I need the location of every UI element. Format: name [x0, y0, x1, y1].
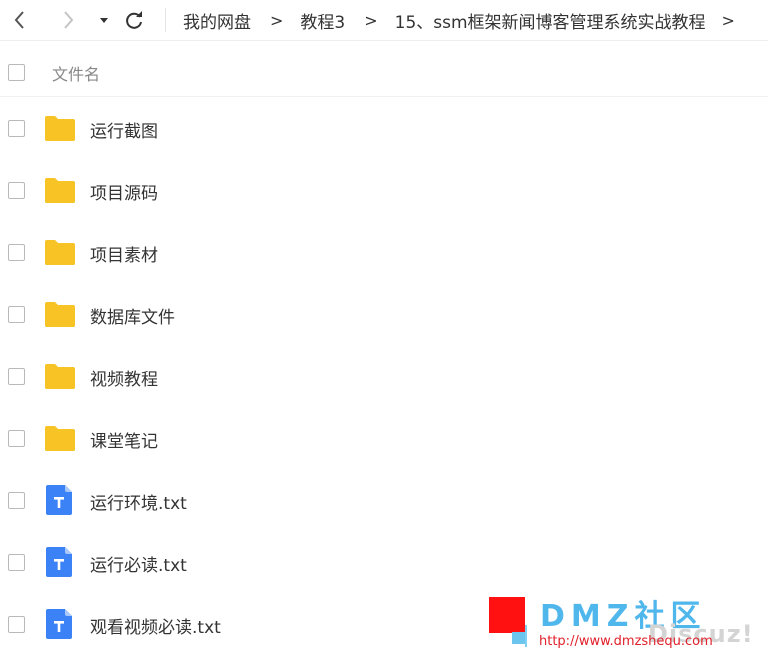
file-row[interactable]: 数据库文件 — [0, 284, 768, 346]
select-all-checkbox[interactable] — [8, 64, 25, 81]
file-name[interactable]: 数据库文件 — [90, 303, 175, 328]
folder-icon — [45, 364, 75, 389]
toolbar-divider — [165, 8, 166, 32]
text-file-icon — [46, 485, 72, 515]
row-checkbox[interactable] — [8, 492, 25, 509]
breadcrumb: 我的网盘 > 教程3 > 15、ssm框架新闻博客管理系统实战教程 > — [183, 0, 735, 40]
file-name[interactable]: 项目源码 — [90, 179, 158, 204]
row-checkbox[interactable] — [8, 554, 25, 571]
file-row[interactable]: 运行必读.txt — [0, 532, 768, 594]
history-dropdown-button[interactable] — [90, 6, 118, 34]
file-name[interactable]: 课堂笔记 — [90, 427, 158, 452]
file-name[interactable]: 项目素材 — [90, 241, 158, 266]
refresh-icon — [126, 11, 142, 29]
watermark-logo-bar — [525, 625, 527, 647]
back-button[interactable] — [6, 6, 34, 34]
folder-icon — [45, 240, 75, 265]
text-file-icon — [46, 609, 72, 639]
back-icon — [14, 11, 24, 29]
row-checkbox[interactable] — [8, 306, 25, 323]
breadcrumb-separator: > — [721, 10, 735, 30]
watermark-logo-square — [489, 597, 525, 633]
file-name[interactable]: 观看视频必读.txt — [90, 613, 221, 638]
row-checkbox[interactable] — [8, 244, 25, 261]
refresh-button[interactable] — [120, 6, 148, 34]
folder-icon — [45, 178, 75, 203]
row-checkbox[interactable] — [8, 616, 25, 633]
row-checkbox[interactable] — [8, 430, 25, 447]
folder-icon — [45, 302, 75, 327]
file-row[interactable]: 视频教程 — [0, 346, 768, 408]
folder-icon — [45, 116, 75, 141]
row-checkbox[interactable] — [8, 368, 25, 385]
file-row[interactable]: 课堂笔记 — [0, 408, 768, 470]
breadcrumb-separator: > — [270, 10, 284, 30]
breadcrumb-item-current[interactable]: 15、ssm框架新闻博客管理系统实战教程 — [395, 8, 706, 33]
watermark-logo-accent — [512, 632, 525, 644]
list-header: 文件名 — [0, 49, 768, 97]
text-file-icon — [46, 547, 72, 577]
row-checkbox[interactable] — [8, 182, 25, 199]
file-name[interactable]: 视频教程 — [90, 365, 158, 390]
folder-icon — [45, 426, 75, 451]
file-row[interactable]: 运行截图 — [0, 98, 768, 160]
forward-icon — [64, 11, 74, 29]
forward-button[interactable] — [54, 6, 82, 34]
toolbar: 我的网盘 > 教程3 > 15、ssm框架新闻博客管理系统实战教程 > — [0, 0, 768, 41]
file-browser: 我的网盘 > 教程3 > 15、ssm框架新闻博客管理系统实战教程 > 文件名 … — [0, 0, 768, 663]
breadcrumb-separator: > — [364, 10, 378, 30]
file-row[interactable]: 项目素材 — [0, 222, 768, 284]
file-name[interactable]: 运行环境.txt — [90, 489, 187, 514]
watermark-url: http://www.dmzshequ.com — [539, 634, 713, 649]
file-name[interactable]: 运行截图 — [90, 117, 158, 142]
file-name[interactable]: 运行必读.txt — [90, 551, 187, 576]
breadcrumb-item-root[interactable]: 我的网盘 — [183, 8, 251, 33]
row-checkbox[interactable] — [8, 120, 25, 137]
column-header-filename[interactable]: 文件名 — [52, 61, 100, 85]
file-row[interactable]: 项目源码 — [0, 160, 768, 222]
caret-down-icon — [100, 18, 108, 23]
breadcrumb-item-tutorial[interactable]: 教程3 — [300, 8, 345, 33]
file-row[interactable]: 运行环境.txt — [0, 470, 768, 532]
